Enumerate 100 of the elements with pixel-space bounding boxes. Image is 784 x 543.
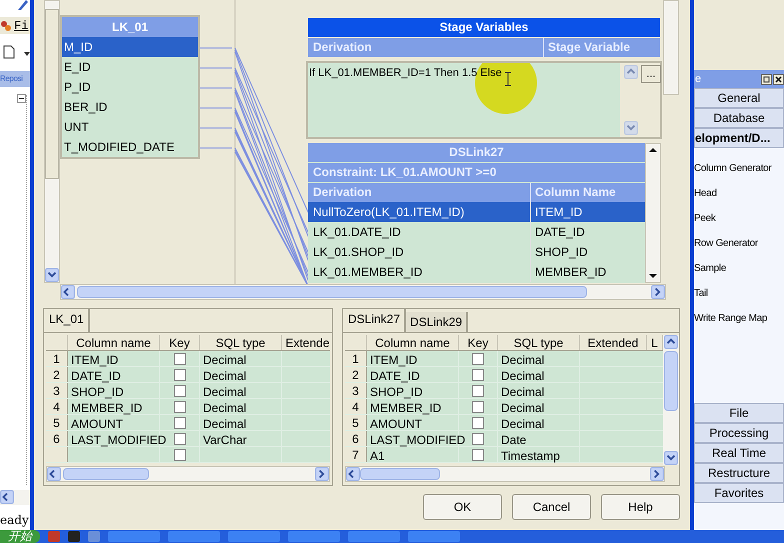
mapping-row[interactable]: LK_01.SHOP_ID SHOP_ID [308, 242, 645, 262]
vertical-scrollbar[interactable] [663, 335, 679, 465]
row-header[interactable]: 5 [345, 415, 367, 430]
checkbox[interactable] [174, 448, 186, 460]
table-row[interactable]: 1 ITEM_ID Decimal [46, 351, 330, 367]
checkbox[interactable] [472, 432, 484, 444]
table-row[interactable]: 5 AMOUNT Decimal [345, 415, 663, 431]
scroll-left-button[interactable] [0, 490, 14, 504]
row-header[interactable]: 2 [46, 367, 68, 382]
column-header[interactable]: Extende [282, 335, 330, 350]
palette-item[interactable]: Peek [694, 213, 716, 224]
column-row[interactable]: P_ID [62, 77, 198, 97]
scroll-left-button[interactable] [61, 285, 75, 299]
vertical-scrollbar[interactable] [645, 143, 661, 283]
checkbox[interactable] [174, 384, 186, 396]
scroll-thumb[interactable] [63, 468, 149, 480]
table-row[interactable]: 2 DATE_ID Decimal [345, 367, 663, 383]
mapping-row[interactable]: NullToZero(LK_01.ITEM_ID) ITEM_ID [308, 202, 645, 222]
dropdown-icon[interactable] [24, 52, 30, 56]
vertical-scrollbar[interactable] [663, 0, 679, 95]
row-header[interactable]: 5 [46, 415, 68, 430]
column-header[interactable]: Key [160, 335, 200, 350]
palette-item[interactable]: Write Range Map [694, 313, 768, 324]
palette-item[interactable]: Row Generator [694, 238, 758, 249]
scroll-thumb[interactable] [45, 9, 59, 179]
dialog-button[interactable]: Cancel [512, 494, 591, 520]
quick-launch-icon[interactable] [68, 531, 80, 542]
table-row[interactable]: 6 LAST_MODIFIED Date [345, 431, 663, 447]
column-row[interactable]: UNT [62, 117, 198, 137]
scroll-thumb[interactable] [664, 351, 678, 411]
category-tab[interactable]: Processing [694, 423, 784, 443]
checkbox[interactable] [174, 416, 186, 428]
scroll-thumb[interactable] [360, 468, 440, 480]
category-tab[interactable]: Restructure [694, 463, 784, 483]
table-row[interactable]: 3 SHOP_ID Decimal [46, 383, 330, 399]
checkbox[interactable] [472, 416, 484, 428]
row-header[interactable] [46, 447, 68, 462]
row-header[interactable]: 3 [345, 383, 367, 398]
checkbox[interactable] [174, 352, 186, 364]
mapping-row[interactable]: LK_01.MEMBER_ID MEMBER_ID [308, 262, 645, 282]
table-row[interactable]: 2 DATE_ID Decimal [46, 367, 330, 383]
table-row[interactable]: 1 ITEM_ID Decimal [345, 351, 663, 367]
mapping-row[interactable]: LK_01.DATE_ID DATE_ID [308, 222, 645, 242]
table-row[interactable]: 3 SHOP_ID Decimal [345, 383, 663, 399]
row-header[interactable]: 2 [345, 367, 367, 382]
category-tab[interactable]: Database [694, 108, 784, 128]
checkbox[interactable] [174, 368, 186, 380]
table-row[interactable]: 7 A1 Timestamp [345, 447, 663, 463]
checkbox[interactable] [174, 432, 186, 444]
start-button[interactable]: 开始 [0, 530, 40, 543]
column-header[interactable]: Column name [68, 335, 160, 350]
column-row[interactable]: E_ID [62, 57, 198, 77]
maximize-icon[interactable] [761, 74, 772, 84]
column-row[interactable]: M_ID [62, 37, 198, 57]
category-tab[interactable]: Real Time [694, 443, 784, 463]
close-icon[interactable] [773, 74, 784, 84]
palette-item[interactable]: Tail [694, 288, 708, 299]
column-header[interactable]: Key [459, 335, 498, 350]
horizontal-scrollbar[interactable] [345, 466, 665, 482]
scroll-right-button[interactable] [651, 285, 665, 299]
column-row[interactable]: T_MODIFIED_DATE [62, 137, 198, 157]
row-header[interactable]: 1 [46, 351, 68, 366]
checkbox[interactable] [472, 448, 484, 460]
horizontal-scrollbar[interactable] [0, 490, 30, 505]
row-header[interactable]: 3 [46, 383, 68, 398]
palette-item[interactable]: Column Generator [694, 163, 772, 174]
table-row[interactable]: 5 AMOUNT Decimal [46, 415, 330, 431]
row-header[interactable]: 4 [345, 399, 367, 414]
scroll-left-button[interactable] [346, 467, 360, 481]
category-tab[interactable]: elopment/D... [694, 128, 784, 148]
horizontal-scrollbar[interactable] [46, 466, 330, 482]
scroll-right-button[interactable] [650, 467, 664, 481]
dialog-button[interactable]: OK [423, 494, 502, 520]
scroll-left-button[interactable] [47, 467, 61, 481]
checkbox[interactable] [174, 400, 186, 412]
vertical-scrollbar[interactable] [44, 0, 60, 283]
checkbox[interactable] [472, 400, 484, 412]
horizontal-scrollbar[interactable] [60, 284, 666, 300]
row-header[interactable]: 6 [46, 431, 68, 446]
collapse-icon[interactable] [17, 94, 26, 103]
palette-item[interactable]: Sample [694, 263, 726, 274]
row-header[interactable]: 1 [345, 351, 367, 366]
category-tab[interactable]: Favorites [694, 483, 784, 503]
checkbox[interactable] [472, 368, 484, 380]
row-header[interactable]: 7 [345, 447, 367, 462]
column-row[interactable]: BER_ID [62, 97, 198, 117]
column-header[interactable]: SQL type [200, 335, 282, 350]
tab[interactable]: DSLink29 [406, 312, 468, 332]
row-header[interactable]: 6 [345, 431, 367, 446]
column-header[interactable]: Column name [367, 335, 459, 350]
checkbox[interactable] [472, 352, 484, 364]
scroll-thumb[interactable] [77, 286, 587, 298]
checkbox[interactable] [472, 384, 484, 396]
category-tab[interactable]: File [694, 403, 784, 423]
palette-item[interactable]: Head [694, 188, 717, 199]
new-file-icon[interactable] [3, 45, 15, 59]
category-tab[interactable]: General [694, 88, 784, 108]
scroll-right-button[interactable] [315, 467, 329, 481]
column-header[interactable]: SQL type [498, 335, 580, 350]
table-row[interactable]: 4 MEMBER_ID Decimal [46, 399, 330, 415]
